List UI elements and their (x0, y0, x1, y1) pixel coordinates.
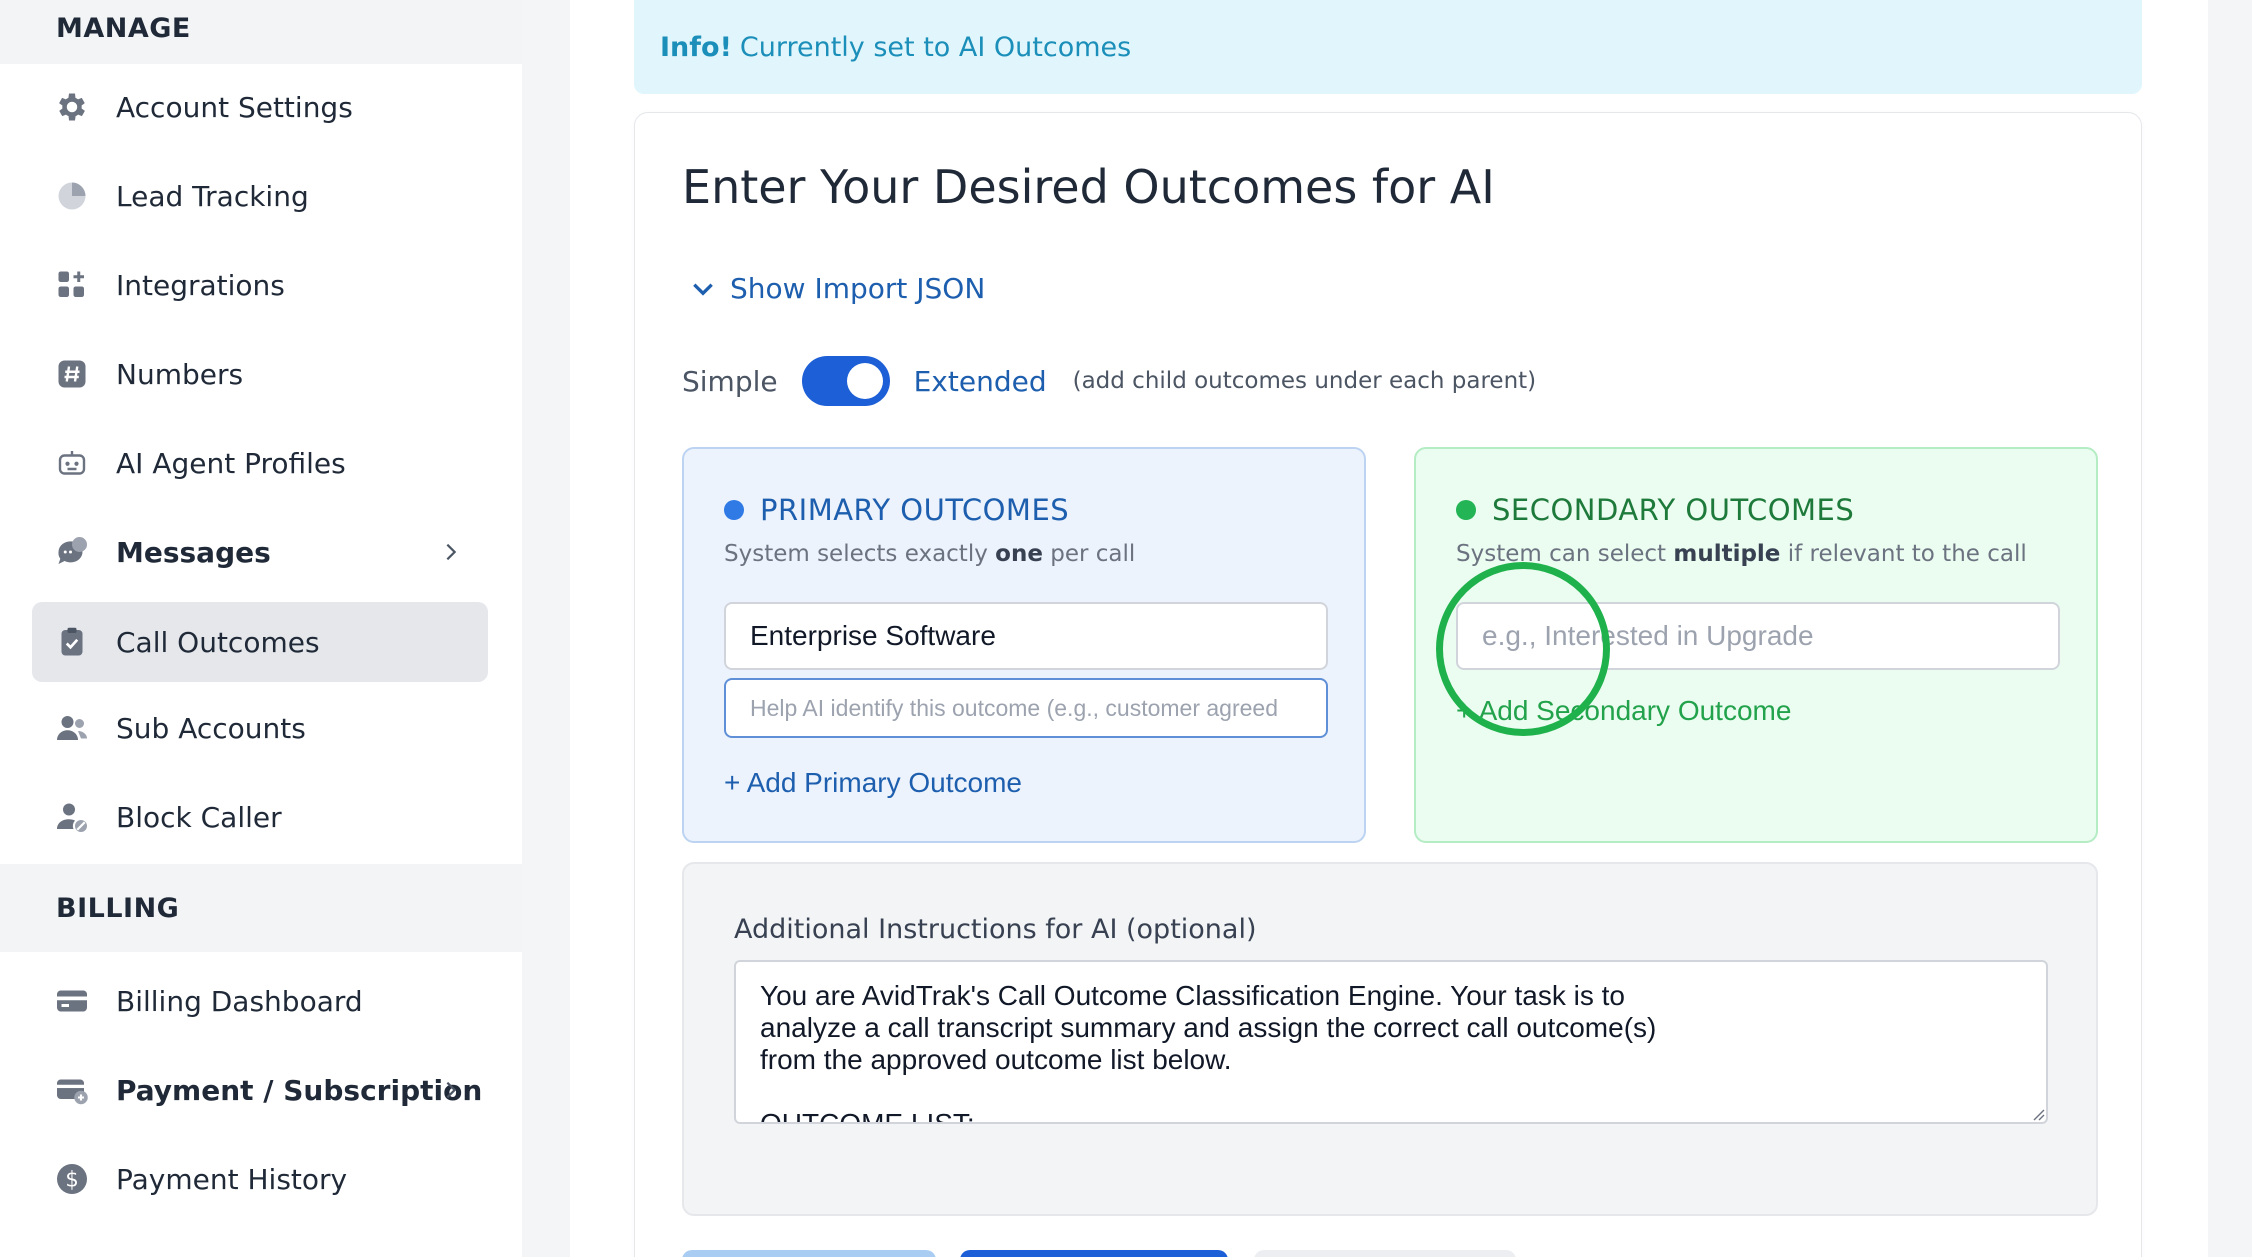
primary-outcomes-panel: PRIMARY OUTCOMES System selects exactly … (682, 447, 1366, 843)
right-gutter (2208, 0, 2252, 1257)
mode-simple-label[interactable]: Simple (682, 365, 778, 398)
bottom-button-3[interactable] (1254, 1250, 1516, 1257)
page-title: Enter Your Desired Outcomes for AI (682, 160, 1495, 214)
show-import-json-label: Show Import JSON (730, 272, 986, 305)
mode-note: (add child outcomes under each parent) (1072, 368, 1537, 394)
add-secondary-outcome-button[interactable]: + Add Secondary Outcome (1456, 695, 1791, 727)
additional-instructions-panel: Additional Instructions for AI (optional… (682, 862, 2098, 1216)
robot-icon (54, 445, 90, 481)
instructions-label: Additional Instructions for AI (optional… (734, 914, 1257, 945)
sidebar-item-payment-subscription[interactable]: Payment / Subscription (32, 1050, 488, 1130)
sidebar-item-label: Block Caller (116, 800, 282, 834)
sidebar-item-account-settings[interactable]: Account Settings (32, 67, 488, 147)
secondary-heading-text: SECONDARY OUTCOMES (1492, 493, 1855, 527)
sidebar-item-messages[interactable]: Messages (32, 512, 488, 592)
chevron-down-icon (693, 283, 713, 296)
hash-icon (54, 356, 90, 392)
info-prefix: Info! (660, 31, 732, 63)
sidebar-item-label: Messages (116, 535, 271, 569)
resize-grip-icon[interactable] (2030, 1106, 2046, 1122)
sidebar-item-label: Call Outcomes (116, 625, 320, 659)
sidebar-item-sub-accounts[interactable]: Sub Accounts (32, 688, 488, 768)
secondary-sub-before: System can select (1456, 541, 1667, 567)
instructions-textarea[interactable]: You are AvidTrak's Call Outcome Classifi… (734, 960, 2048, 1124)
primary-outcome-help-input[interactable] (724, 678, 1328, 738)
sidebar-item-label: Payment History (116, 1162, 348, 1196)
sidebar-item-lead-tracking[interactable]: Lead Tracking (32, 156, 488, 236)
sidebar-item-label: Payment / Subscription (116, 1073, 483, 1107)
content-gutter (522, 0, 570, 1257)
mode-extended-label[interactable]: Extended (914, 365, 1047, 398)
svg-text:$: $ (65, 1168, 78, 1192)
primary-dot-icon (724, 500, 744, 520)
bottom-button-2[interactable] (960, 1250, 1228, 1257)
sidebar-item-call-outcomes[interactable]: Call Outcomes (32, 602, 488, 682)
sidebar: MANAGE Account Settings Lead Tracking In… (0, 0, 522, 1257)
primary-outcomes-description: System selects exactly one per call (724, 541, 1135, 567)
dollar-icon: $ (54, 1161, 90, 1197)
info-message: Currently set to AI Outcomes (739, 31, 1132, 63)
sidebar-item-block-caller[interactable]: Block Caller (32, 777, 488, 857)
sidebar-item-label: Billing Dashboard (116, 984, 363, 1018)
primary-sub-after: per call (1050, 541, 1136, 567)
chevron-right-icon (446, 543, 457, 561)
add-primary-outcome-button[interactable]: + Add Primary Outcome (724, 767, 1022, 799)
chat-icon (54, 534, 90, 570)
users-icon (54, 710, 90, 746)
sidebar-item-label: Account Settings (116, 90, 353, 124)
secondary-sub-bold: multiple (1673, 541, 1781, 567)
sidebar-item-label: Lead Tracking (116, 179, 309, 213)
gear-icon (54, 89, 90, 125)
sidebar-item-ai-agent-profiles[interactable]: AI Agent Profiles (32, 423, 488, 503)
sidebar-item-integrations[interactable]: Integrations (32, 245, 488, 325)
clipboard-check-icon (54, 624, 90, 660)
bottom-button-1[interactable] (682, 1250, 936, 1257)
secondary-dot-icon (1456, 500, 1476, 520)
primary-outcomes-heading: PRIMARY OUTCOMES (724, 493, 1069, 527)
pie-chart-icon (54, 178, 90, 214)
sidebar-item-label: Integrations (116, 268, 285, 302)
mode-switch[interactable] (801, 356, 890, 406)
credit-card-icon (54, 983, 90, 1019)
mode-toggle-row: Simple Extended (add child outcomes unde… (682, 356, 1536, 406)
apps-plus-icon (54, 267, 90, 303)
sidebar-item-label: Numbers (116, 357, 244, 391)
chevron-right-icon (446, 1081, 457, 1099)
primary-sub-bold: one (995, 541, 1043, 567)
user-block-icon (54, 799, 90, 835)
manage-section-heading: MANAGE (0, 0, 522, 64)
secondary-outcomes-description: System can select multiple if relevant t… (1456, 541, 2027, 567)
secondary-outcomes-panel: SECONDARY OUTCOMES System can select mul… (1414, 447, 2098, 843)
secondary-sub-after: if relevant to the call (1787, 541, 2027, 567)
sidebar-item-label: Sub Accounts (116, 711, 306, 745)
info-alert: Info! Currently set to AI Outcomes (634, 0, 2142, 94)
show-import-json-toggle[interactable]: Show Import JSON (690, 272, 985, 305)
sidebar-item-label: AI Agent Profiles (116, 446, 346, 480)
sidebar-item-billing-dashboard[interactable]: Billing Dashboard (32, 961, 488, 1041)
sidebar-item-payment-history[interactable]: $ Payment History (32, 1139, 488, 1219)
primary-sub-before: System selects exactly (724, 541, 988, 567)
primary-heading-text: PRIMARY OUTCOMES (760, 493, 1070, 527)
billing-section-heading: BILLING (0, 864, 522, 952)
card-sync-icon (54, 1072, 90, 1108)
secondary-outcomes-heading: SECONDARY OUTCOMES (1456, 493, 1854, 527)
secondary-outcome-input[interactable] (1456, 602, 2060, 670)
sidebar-item-numbers[interactable]: Numbers (32, 334, 488, 414)
primary-outcome-name-input[interactable] (724, 602, 1328, 670)
